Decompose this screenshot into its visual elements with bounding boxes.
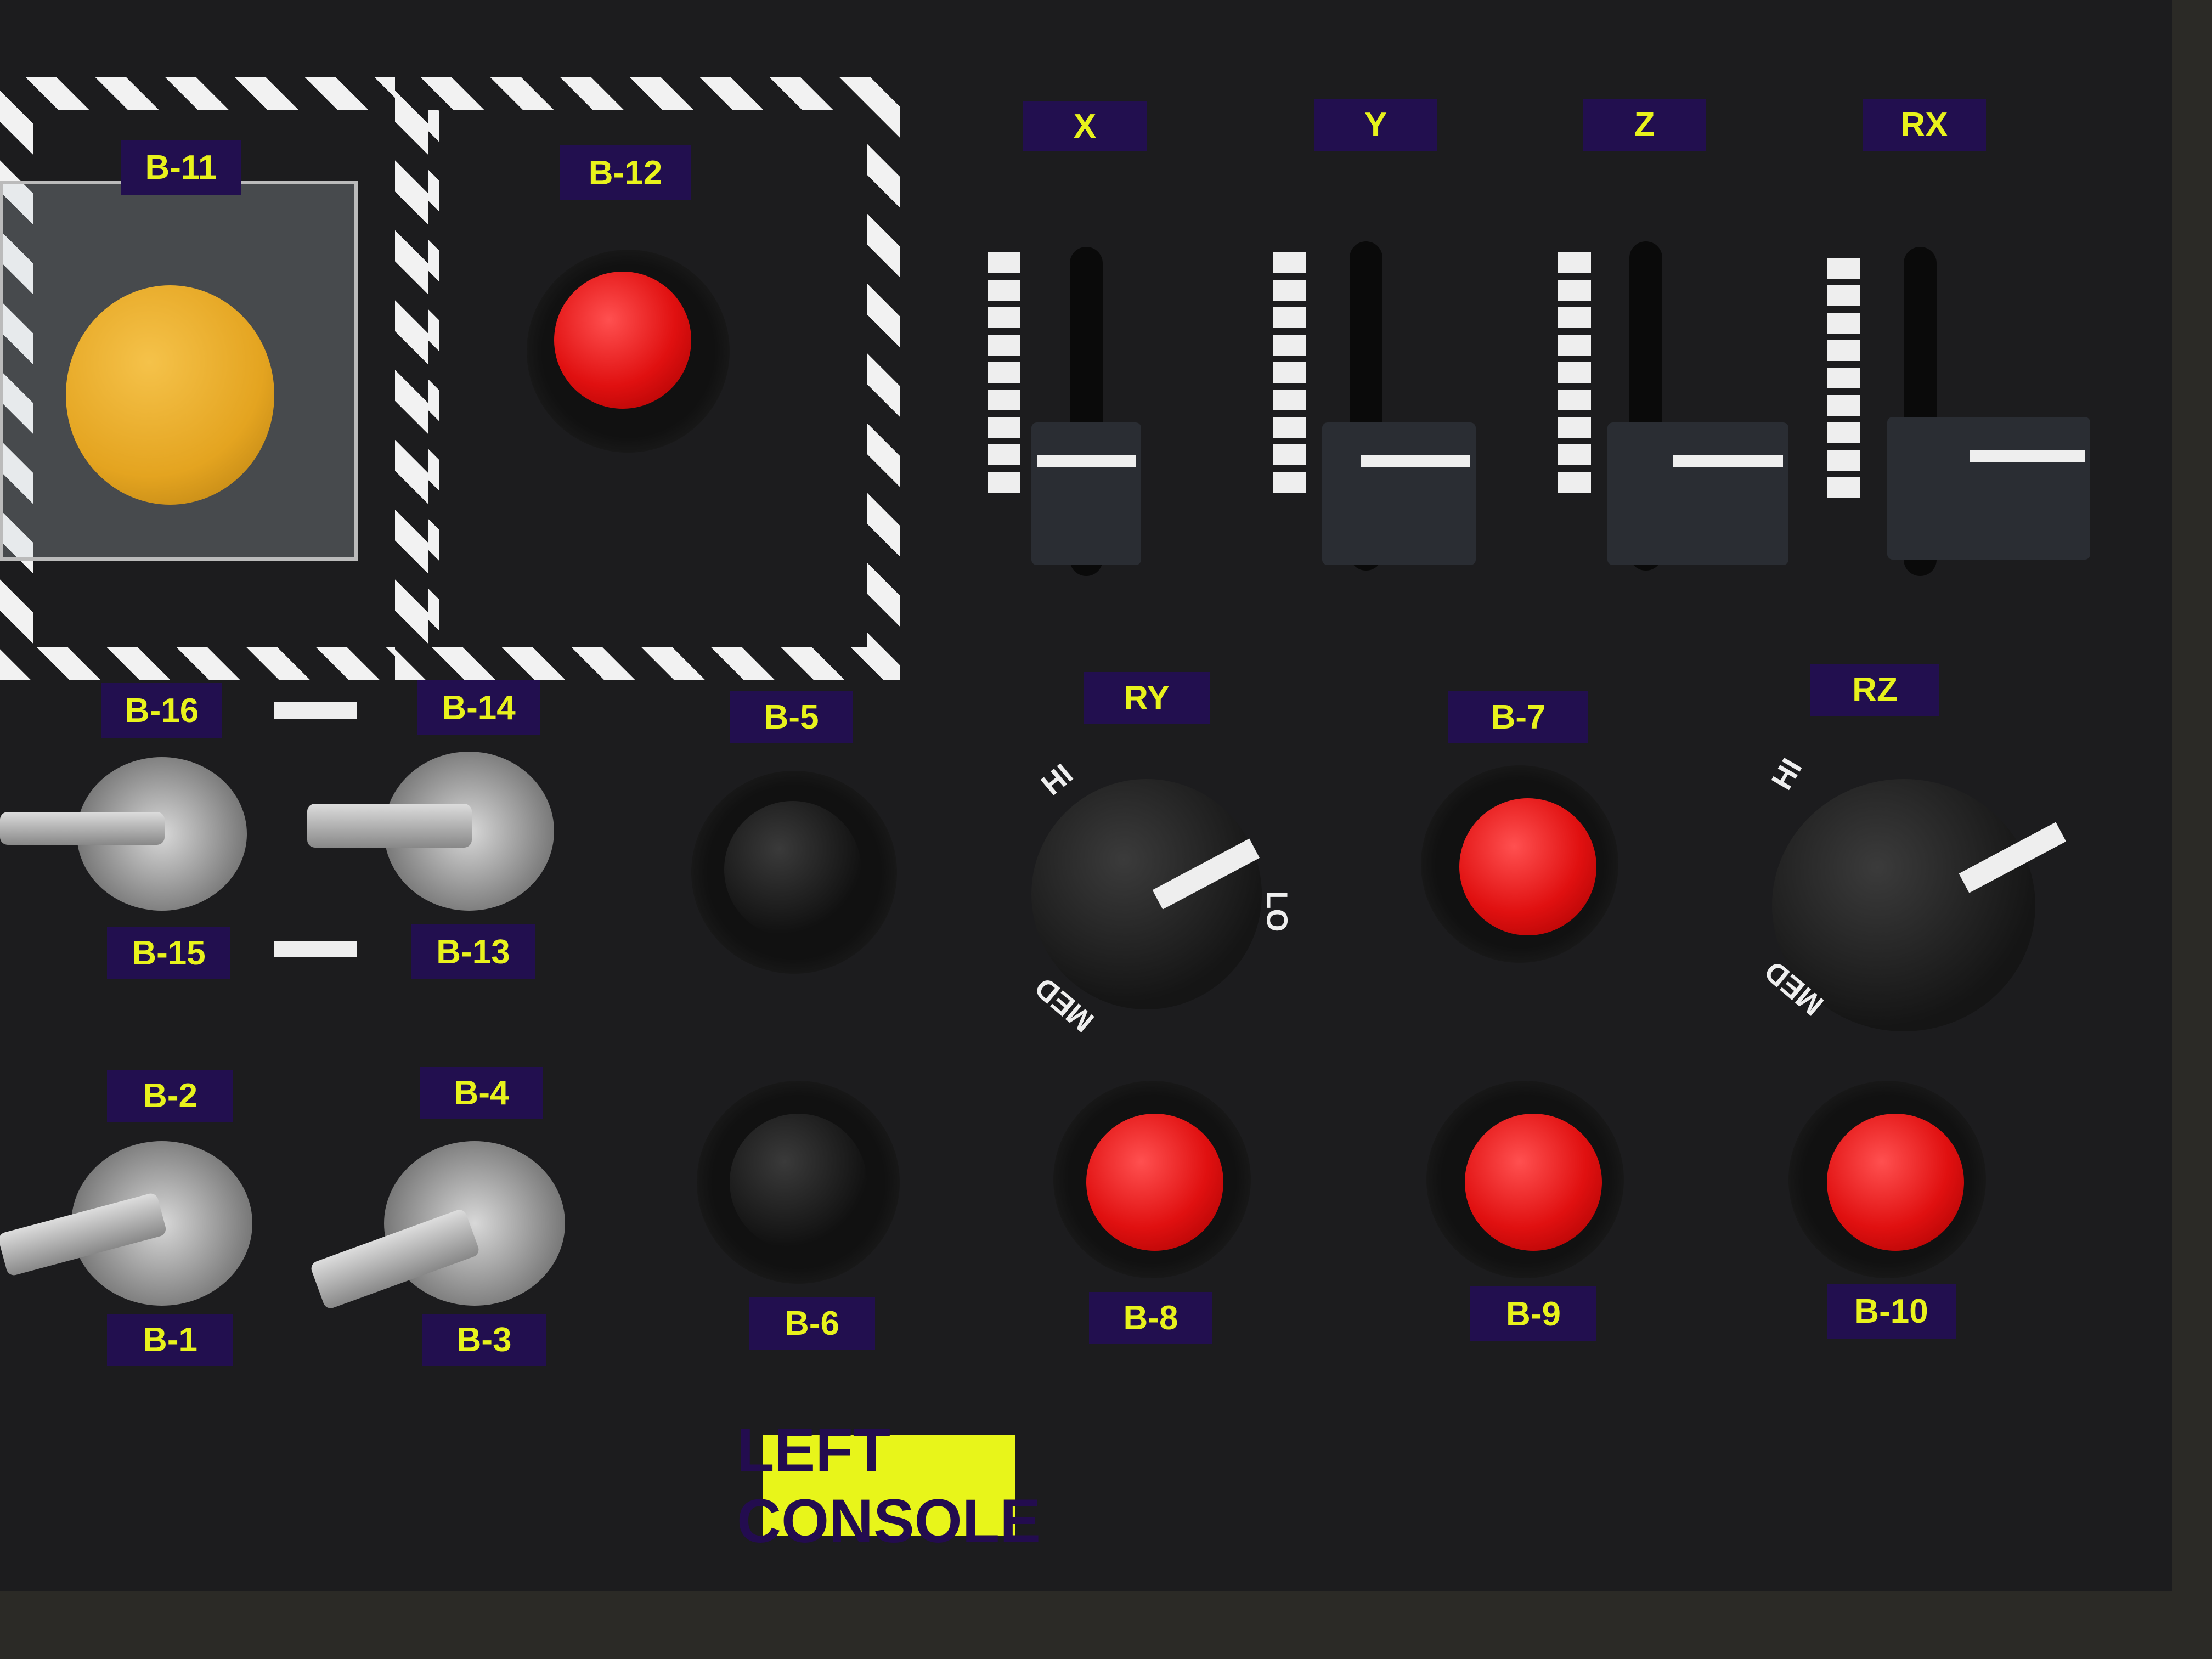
label-rz: RZ — [1810, 664, 1939, 716]
label-b7: B-7 — [1448, 691, 1588, 743]
label-ry: RY — [1084, 672, 1210, 724]
label-b2: B-2 — [107, 1070, 233, 1122]
ry-knob[interactable] — [1031, 779, 1262, 1009]
label-b3: B-3 — [422, 1314, 546, 1366]
b5-button[interactable] — [724, 801, 861, 938]
b11-button[interactable] — [66, 285, 274, 505]
z-slider[interactable] — [1607, 422, 1788, 565]
label-x: X — [1023, 101, 1147, 151]
toggle-lever-b16-b15[interactable] — [0, 812, 165, 845]
label-b16: B-16 — [101, 683, 222, 738]
label-b15: B-15 — [107, 927, 230, 979]
b12-button[interactable] — [554, 272, 691, 409]
label-b13: B-13 — [411, 924, 535, 979]
label-b8: B-8 — [1089, 1292, 1212, 1344]
divider-top — [274, 702, 357, 719]
label-y: Y — [1314, 99, 1437, 151]
label-b6: B-6 — [749, 1297, 875, 1350]
rx-scale — [1827, 258, 1860, 505]
divider-bottom — [274, 941, 357, 957]
b7-button[interactable] — [1459, 798, 1596, 935]
console-title: LEFT CONSOLE — [737, 1415, 1041, 1555]
b8-button[interactable] — [1086, 1114, 1223, 1251]
label-b14: B-14 — [417, 680, 540, 735]
label-b5: B-5 — [730, 691, 853, 743]
y-slider[interactable] — [1322, 422, 1476, 565]
toggle-b4-b3[interactable] — [384, 1141, 565, 1306]
z-scale — [1558, 252, 1591, 499]
x-scale — [988, 252, 1020, 499]
b6-button[interactable] — [730, 1114, 867, 1251]
x-slider[interactable] — [1031, 422, 1141, 565]
label-b10: B-10 — [1827, 1284, 1956, 1339]
ry-lo-label: LO — [1260, 890, 1294, 932]
label-b4: B-4 — [420, 1067, 543, 1119]
label-b11: B-11 — [121, 140, 241, 195]
toggle-lever-b14-b13[interactable] — [307, 804, 472, 848]
b9-button[interactable] — [1465, 1114, 1602, 1251]
b10-button[interactable] — [1827, 1114, 1964, 1251]
y-scale — [1273, 252, 1306, 499]
rx-slider[interactable] — [1887, 417, 2090, 560]
label-b12: B-12 — [560, 145, 691, 200]
label-z: Z — [1583, 99, 1706, 151]
label-rx: RX — [1863, 99, 1986, 151]
label-b9: B-9 — [1470, 1286, 1596, 1341]
label-b1: B-1 — [107, 1314, 233, 1366]
